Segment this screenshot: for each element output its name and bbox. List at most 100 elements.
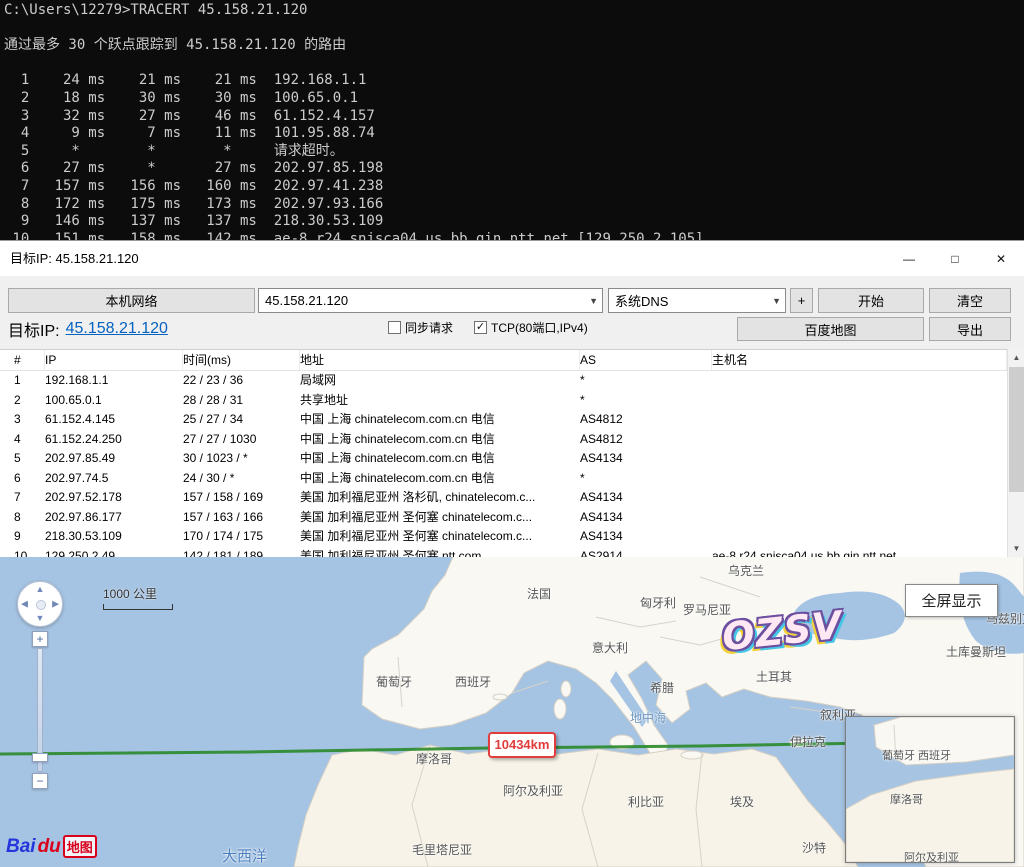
zoom-slider-handle[interactable] bbox=[32, 753, 48, 762]
fullscreen-button[interactable]: 全屏显示 bbox=[905, 584, 998, 617]
cell-num: 2 bbox=[14, 391, 45, 411]
pan-left-icon[interactable]: ◀ bbox=[21, 600, 28, 609]
map-label: 匈牙利 bbox=[640, 594, 676, 611]
checkbox-box-icon[interactable] bbox=[474, 321, 487, 334]
terminal-line: 10 151 ms 158 ms 142 ms ae-8.r24.snjsca0… bbox=[4, 231, 1024, 240]
table-row[interactable]: 5 202.97.85.49 30 / 1023 / * 中国 上海 china… bbox=[0, 449, 1007, 469]
table-header: # IP 时间(ms) 地址 AS 主机名 bbox=[0, 350, 1007, 371]
table-row[interactable]: 2 100.65.0.1 28 / 28 / 31 共享地址 * bbox=[0, 391, 1007, 411]
baidu-logo-du: du bbox=[38, 836, 61, 858]
start-button[interactable]: 开始 bbox=[818, 288, 924, 313]
cell-hostname bbox=[712, 527, 1007, 547]
clear-button[interactable]: 清空 bbox=[929, 288, 1011, 313]
cell-address: 中国 上海 chinatelecom.com.cn 电信 bbox=[300, 430, 580, 450]
minimize-button[interactable]: — bbox=[886, 241, 932, 277]
table-row[interactable]: 7 202.97.52.178 157 / 158 / 169 美国 加利福尼亚… bbox=[0, 488, 1007, 508]
table-row[interactable]: 3 61.152.4.145 25 / 27 / 34 中国 上海 chinat… bbox=[0, 410, 1007, 430]
island-corsica bbox=[561, 681, 571, 697]
map-label: 法国 bbox=[527, 585, 551, 602]
table-row[interactable]: 8 202.97.86.177 157 / 163 / 166 美国 加利福尼亚… bbox=[0, 508, 1007, 528]
scale-bar bbox=[103, 604, 173, 610]
terminal-window[interactable]: C:\Users\12279>TRACERT 45.158.21.120 通过最… bbox=[0, 0, 1024, 240]
table-row[interactable]: 9 218.30.53.109 170 / 174 / 175 美国 加利福尼亚… bbox=[0, 527, 1007, 547]
col-header-hostname[interactable]: 主机名 bbox=[712, 350, 1007, 370]
cell-hostname bbox=[712, 508, 1007, 528]
baidu-logo[interactable]: Bai du 地图 bbox=[6, 835, 97, 858]
cell-as: * bbox=[580, 371, 712, 391]
table-row[interactable]: 1 192.168.1.1 22 / 23 / 36 局域网 * bbox=[0, 371, 1007, 391]
baidu-map-button[interactable]: 百度地图 bbox=[737, 317, 924, 341]
screen: C:\Users\12279>TRACERT 45.158.21.120 通过最… bbox=[0, 0, 1024, 867]
terminal-line: 1 24 ms 21 ms 21 ms 192.168.1.1 bbox=[4, 72, 1024, 90]
col-header-time[interactable]: 时间(ms) bbox=[183, 350, 300, 370]
map-label: 大西洋 bbox=[222, 845, 267, 866]
cell-as: AS4134 bbox=[580, 449, 712, 469]
col-header-num[interactable]: # bbox=[14, 350, 45, 370]
cell-address: 美国 加利福尼亚州 圣何塞 chinatelecom.c... bbox=[300, 527, 580, 547]
close-button[interactable]: ✕ bbox=[978, 241, 1024, 277]
cell-num: 7 bbox=[14, 488, 45, 508]
col-header-ip[interactable]: IP bbox=[45, 350, 183, 370]
scrollbar-thumb[interactable] bbox=[1009, 367, 1024, 492]
target-ip-line: 目标IP: 45.158.21.120 bbox=[8, 316, 168, 342]
chevron-down-icon[interactable]: ▼ bbox=[589, 296, 598, 306]
zoom-out-button[interactable]: − bbox=[32, 773, 48, 789]
col-header-address[interactable]: 地址 bbox=[300, 350, 580, 370]
minimap[interactable]: 葡萄牙 西班牙摩洛哥阿尔及利亚 bbox=[845, 716, 1015, 863]
terminal-line: 2 18 ms 30 ms 30 ms 100.65.0.1 bbox=[4, 90, 1024, 108]
sync-request-checkbox[interactable]: 同步请求 bbox=[388, 319, 453, 336]
baidu-map[interactable]: 法国匈牙利罗马尼亚乌克兰意大利葡萄牙西班牙希腊土耳其地中海叙利亚伊拉克摩洛哥阿尔… bbox=[0, 557, 1024, 867]
scroll-down-icon[interactable]: ▼ bbox=[1008, 540, 1024, 557]
maximize-icon: □ bbox=[951, 252, 958, 266]
dns-combobox[interactable]: 系统DNS ▼ bbox=[608, 288, 786, 313]
pan-right-icon[interactable]: ▶ bbox=[52, 600, 59, 609]
terminal-line: 6 27 ms * 27 ms 202.97.85.198 bbox=[4, 160, 1024, 178]
cell-time: 170 / 174 / 175 bbox=[183, 527, 300, 547]
cell-num: 3 bbox=[14, 410, 45, 430]
trace-table-body: 1 192.168.1.1 22 / 23 / 36 局域网 * 2 100.6… bbox=[0, 371, 1007, 557]
cell-address: 局域网 bbox=[300, 371, 580, 391]
table-row[interactable]: 4 61.152.24.250 27 / 27 / 1030 中国 上海 chi… bbox=[0, 430, 1007, 450]
target-ip-link[interactable]: 45.158.21.120 bbox=[66, 320, 168, 338]
map-label: 西班牙 bbox=[455, 673, 491, 690]
cell-time: 24 / 30 / * bbox=[183, 469, 300, 489]
scroll-up-icon[interactable]: ▲ bbox=[1008, 349, 1024, 366]
terminal-line: 4 9 ms 7 ms 11 ms 101.95.88.74 bbox=[4, 125, 1024, 143]
cell-address: 中国 上海 chinatelecom.com.cn 电信 bbox=[300, 449, 580, 469]
cell-time: 157 / 163 / 166 bbox=[183, 508, 300, 528]
terminal-line: 3 32 ms 27 ms 46 ms 61.152.4.157 bbox=[4, 108, 1024, 126]
tcp-checkbox[interactable]: TCP(80端口,IPv4) bbox=[474, 319, 588, 336]
minimize-icon: — bbox=[903, 252, 915, 266]
map-pan-control[interactable]: ▲ ▼ ◀ ▶ bbox=[17, 581, 63, 627]
checkbox-box-icon[interactable] bbox=[388, 321, 401, 334]
map-label: 沙特 bbox=[802, 839, 826, 856]
col-header-as[interactable]: AS bbox=[580, 350, 712, 370]
target-ip-combobox[interactable]: 45.158.21.120 ▼ bbox=[258, 288, 603, 313]
cell-as: AS4812 bbox=[580, 430, 712, 450]
cell-num: 1 bbox=[14, 371, 45, 391]
minimap-canvas bbox=[846, 717, 1014, 862]
sync-request-label: 同步请求 bbox=[405, 319, 453, 336]
cell-address: 美国 加利福尼亚州 圣何塞 chinatelecom.c... bbox=[300, 508, 580, 528]
pan-up-icon[interactable]: ▲ bbox=[36, 585, 45, 594]
chevron-down-icon[interactable]: ▼ bbox=[772, 296, 781, 306]
cell-time: 30 / 1023 / * bbox=[183, 449, 300, 469]
add-target-button[interactable]: + bbox=[790, 288, 813, 313]
table-row[interactable]: 10 129.250.2.49 142 / 181 / 189 美国 加利福尼亚… bbox=[0, 547, 1007, 558]
cell-as: * bbox=[580, 391, 712, 411]
cell-as: * bbox=[580, 469, 712, 489]
cell-hostname: ae-8.r24.snjsca04.us.bb.gin.ntt.net bbox=[712, 547, 1007, 558]
table-scrollbar[interactable]: ▲ ▼ bbox=[1007, 349, 1024, 557]
maximize-button[interactable]: □ bbox=[932, 241, 978, 277]
cell-hostname bbox=[712, 449, 1007, 469]
local-network-button[interactable]: 本机网络 bbox=[8, 288, 255, 313]
cell-ip: 218.30.53.109 bbox=[45, 527, 183, 547]
zoom-in-button[interactable]: + bbox=[32, 631, 48, 647]
titlebar[interactable]: 目标IP: 45.158.21.120 — □ ✕ bbox=[0, 240, 1024, 276]
pan-down-icon[interactable]: ▼ bbox=[36, 614, 45, 623]
table-row[interactable]: 6 202.97.74.5 24 / 30 / * 中国 上海 chinatel… bbox=[0, 469, 1007, 489]
export-button[interactable]: 导出 bbox=[929, 317, 1011, 341]
pan-center-icon[interactable] bbox=[36, 600, 46, 610]
cell-time: 28 / 28 / 31 bbox=[183, 391, 300, 411]
cell-as: AS4134 bbox=[580, 488, 712, 508]
